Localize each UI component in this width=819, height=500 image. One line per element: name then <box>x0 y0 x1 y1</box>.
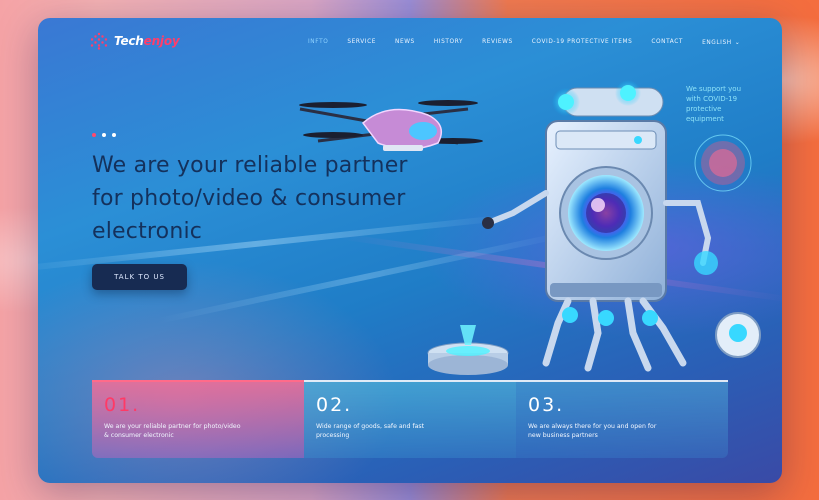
slider-dot[interactable] <box>112 133 116 137</box>
covid-hologram: We support you with COVID-19 protective … <box>686 85 752 192</box>
robot-illustration: We support you with COVID-19 protective … <box>299 80 761 375</box>
slider-dot[interactable] <box>102 133 106 137</box>
nav-item-service[interactable]: SERVICE <box>347 39 376 46</box>
language-label: ENGLISH <box>702 40 732 46</box>
feature-text: We are your reliable partner for photo/v… <box>104 423 241 439</box>
website-card: Techenjoy INFTO SERVICE NEWS HISTORY REV… <box>38 18 782 483</box>
nav-item-covid[interactable]: COVID-19 PROTECTIVE ITEMS <box>532 39 633 46</box>
language-selector[interactable]: ENGLISH ⌄ <box>702 39 740 46</box>
feature-text: We are always there for you and open for… <box>528 423 657 439</box>
svg-text:protective: protective <box>686 105 722 113</box>
headline-line: electronic <box>92 219 203 244</box>
nav-item-history[interactable]: HISTORY <box>434 39 463 46</box>
robot-top-rollers <box>552 80 664 117</box>
svg-text:equipment: equipment <box>686 115 724 123</box>
feature-card-2: 02. Wide range of goods, safe and fast p… <box>304 380 516 458</box>
logo-mark-icon <box>90 32 108 50</box>
brand-name: Techenjoy <box>114 34 180 48</box>
feature-number: 03. <box>528 394 565 416</box>
chevron-down-icon: ⌄ <box>734 39 741 46</box>
feature-card-1: 01. We are your reliable partner for pho… <box>92 380 304 458</box>
svg-text:with COVID-19: with COVID-19 <box>686 95 737 103</box>
talk-to-us-button[interactable]: TALK TO US <box>92 264 187 290</box>
slider-dots <box>92 133 116 137</box>
hologram-pedestal <box>427 325 509 375</box>
feature-number: 01. <box>104 394 141 416</box>
feature-card-3: 03. We are always there for you and open… <box>516 380 728 458</box>
nav-item-news[interactable]: NEWS <box>395 39 415 46</box>
nav-item-contact[interactable]: CONTACT <box>651 39 683 46</box>
logo[interactable]: Techenjoy <box>90 32 180 50</box>
svg-text:We support you: We support you <box>686 85 741 93</box>
feature-text: Wide range of goods, safe and fast proce… <box>316 423 425 439</box>
drone-graphic <box>299 100 483 151</box>
feature-number: 02. <box>316 394 353 416</box>
ball-robot <box>715 312 761 358</box>
features-row: 01. We are your reliable partner for pho… <box>92 380 728 458</box>
main-nav: INFTO SERVICE NEWS HISTORY REVIEWS COVID… <box>308 39 759 46</box>
nav-item-info[interactable]: INFTO <box>308 39 328 46</box>
slider-dot-active[interactable] <box>92 133 96 137</box>
nav-item-reviews[interactable]: REVIEWS <box>482 39 513 46</box>
robot-body <box>545 120 667 302</box>
